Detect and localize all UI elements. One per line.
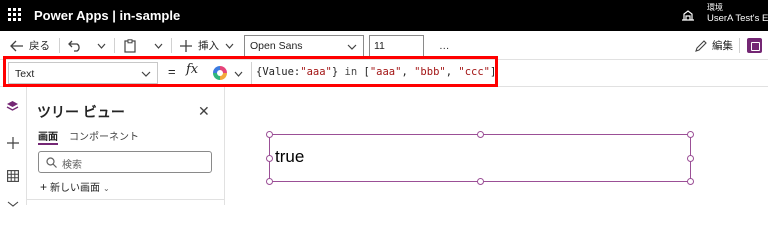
selected-text-label[interactable] xyxy=(269,134,691,182)
font-family-value: Open Sans xyxy=(250,40,303,52)
edit-button[interactable]: 編集 xyxy=(695,31,733,60)
search-placeholder: 検索 xyxy=(62,160,82,171)
divider xyxy=(59,38,60,53)
undo-icon xyxy=(68,40,80,52)
edit-label: 編集 xyxy=(712,40,733,52)
active-tab-indicator xyxy=(38,143,58,145)
layers-icon[interactable] xyxy=(6,100,19,113)
resize-handle[interactable] xyxy=(687,155,694,162)
tree-view-title: ツリー ビュー xyxy=(37,104,125,120)
resize-handle[interactable] xyxy=(477,178,484,185)
chevron-down-icon xyxy=(225,43,234,49)
label-text: true xyxy=(275,147,305,166)
back-label: 戻る xyxy=(29,40,50,52)
new-screen-label: 新しい画面 xyxy=(50,183,101,194)
tab-screens[interactable]: 画面 xyxy=(38,128,58,143)
app-launcher-icon[interactable] xyxy=(8,8,21,21)
environment-label: 環境 xyxy=(707,3,723,12)
app-title: Power Apps | in-sample xyxy=(34,8,181,23)
font-size-input[interactable]: 11 xyxy=(369,35,424,57)
chevron-down-icon xyxy=(347,44,357,50)
app-header: Power Apps | in-sample 環境 UserA Test's E xyxy=(0,0,768,31)
divider xyxy=(739,38,740,53)
environment-name[interactable]: UserA Test's E xyxy=(707,13,768,24)
close-icon[interactable]: ✕ xyxy=(198,103,210,120)
divider xyxy=(27,199,225,200)
resize-handle[interactable] xyxy=(266,178,273,185)
new-screen-button[interactable]: + 新しい画面 ⌄ xyxy=(40,179,110,194)
left-rail xyxy=(0,87,27,207)
tab-components[interactable]: コンポーネント xyxy=(69,128,139,143)
pencil-icon xyxy=(695,39,707,52)
resize-handle[interactable] xyxy=(266,155,273,162)
clipboard-icon xyxy=(124,38,136,53)
resize-handle[interactable] xyxy=(687,131,694,138)
more-tools-icon[interactable] xyxy=(7,201,19,207)
back-arrow-icon xyxy=(10,40,23,51)
chevron-down-icon: ⌄ xyxy=(103,184,110,193)
divider xyxy=(171,38,172,53)
plus-icon: + xyxy=(40,180,48,194)
plus-icon[interactable] xyxy=(7,137,19,149)
environment-icon[interactable] xyxy=(681,8,695,22)
insert-label: 挿入 xyxy=(198,40,219,52)
app-settings-icon[interactable] xyxy=(747,38,762,53)
font-family-select[interactable]: Open Sans xyxy=(244,35,364,57)
resize-handle[interactable] xyxy=(477,131,484,138)
divider xyxy=(114,38,115,53)
resize-handle[interactable] xyxy=(266,131,273,138)
search-icon xyxy=(46,157,57,168)
resize-handle[interactable] xyxy=(687,178,694,185)
plus-icon xyxy=(180,39,192,52)
table-icon[interactable] xyxy=(7,170,19,182)
formula-highlight-box xyxy=(3,56,498,87)
